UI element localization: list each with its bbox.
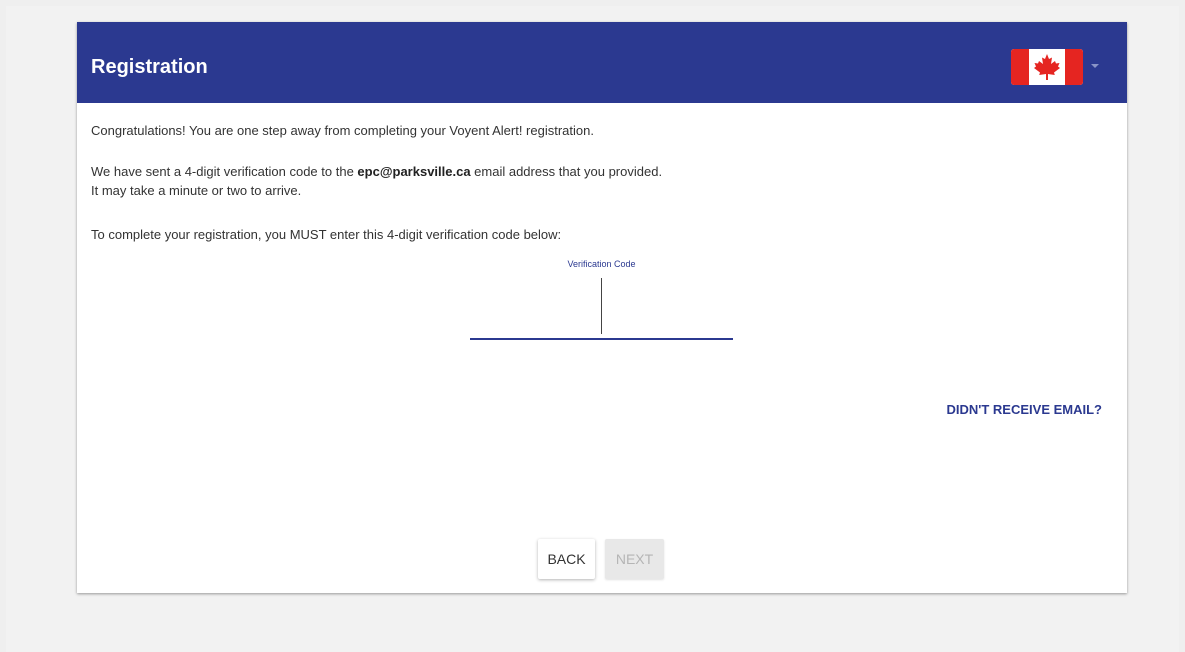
chevron-down-icon [1091,64,1099,68]
sent-code-prefix: We have sent a 4-digit verification code… [91,164,358,179]
didnt-receive-email-link[interactable]: DIDN'T RECEIVE EMAIL? [927,402,1103,417]
canada-flag-icon [1011,49,1083,85]
sent-code-suffix: email address that you provided. [470,164,663,179]
verification-code-field: Verification Code [470,258,733,340]
sent-code-text: We have sent a 4-digit verification code… [91,162,662,181]
back-button[interactable]: BACK [538,539,595,579]
email-address: epc@parksville.ca [357,164,471,179]
instruction-text: To complete your registration, you MUST … [91,227,562,242]
maple-leaf-icon [1034,54,1060,80]
registration-card: Registration Congratulations! You are on… [77,22,1127,593]
congrats-text: Congratulations! You are one step away f… [91,123,594,138]
language-select[interactable] [1011,49,1103,85]
verification-code-label: Verification Code [567,259,636,269]
next-button[interactable]: NEXT [605,539,664,579]
text-cursor [601,278,602,334]
page-title: Registration [91,56,208,78]
arrival-note: It may take a minute or two to arrive. [91,183,302,198]
card-header: Registration [77,22,1127,103]
